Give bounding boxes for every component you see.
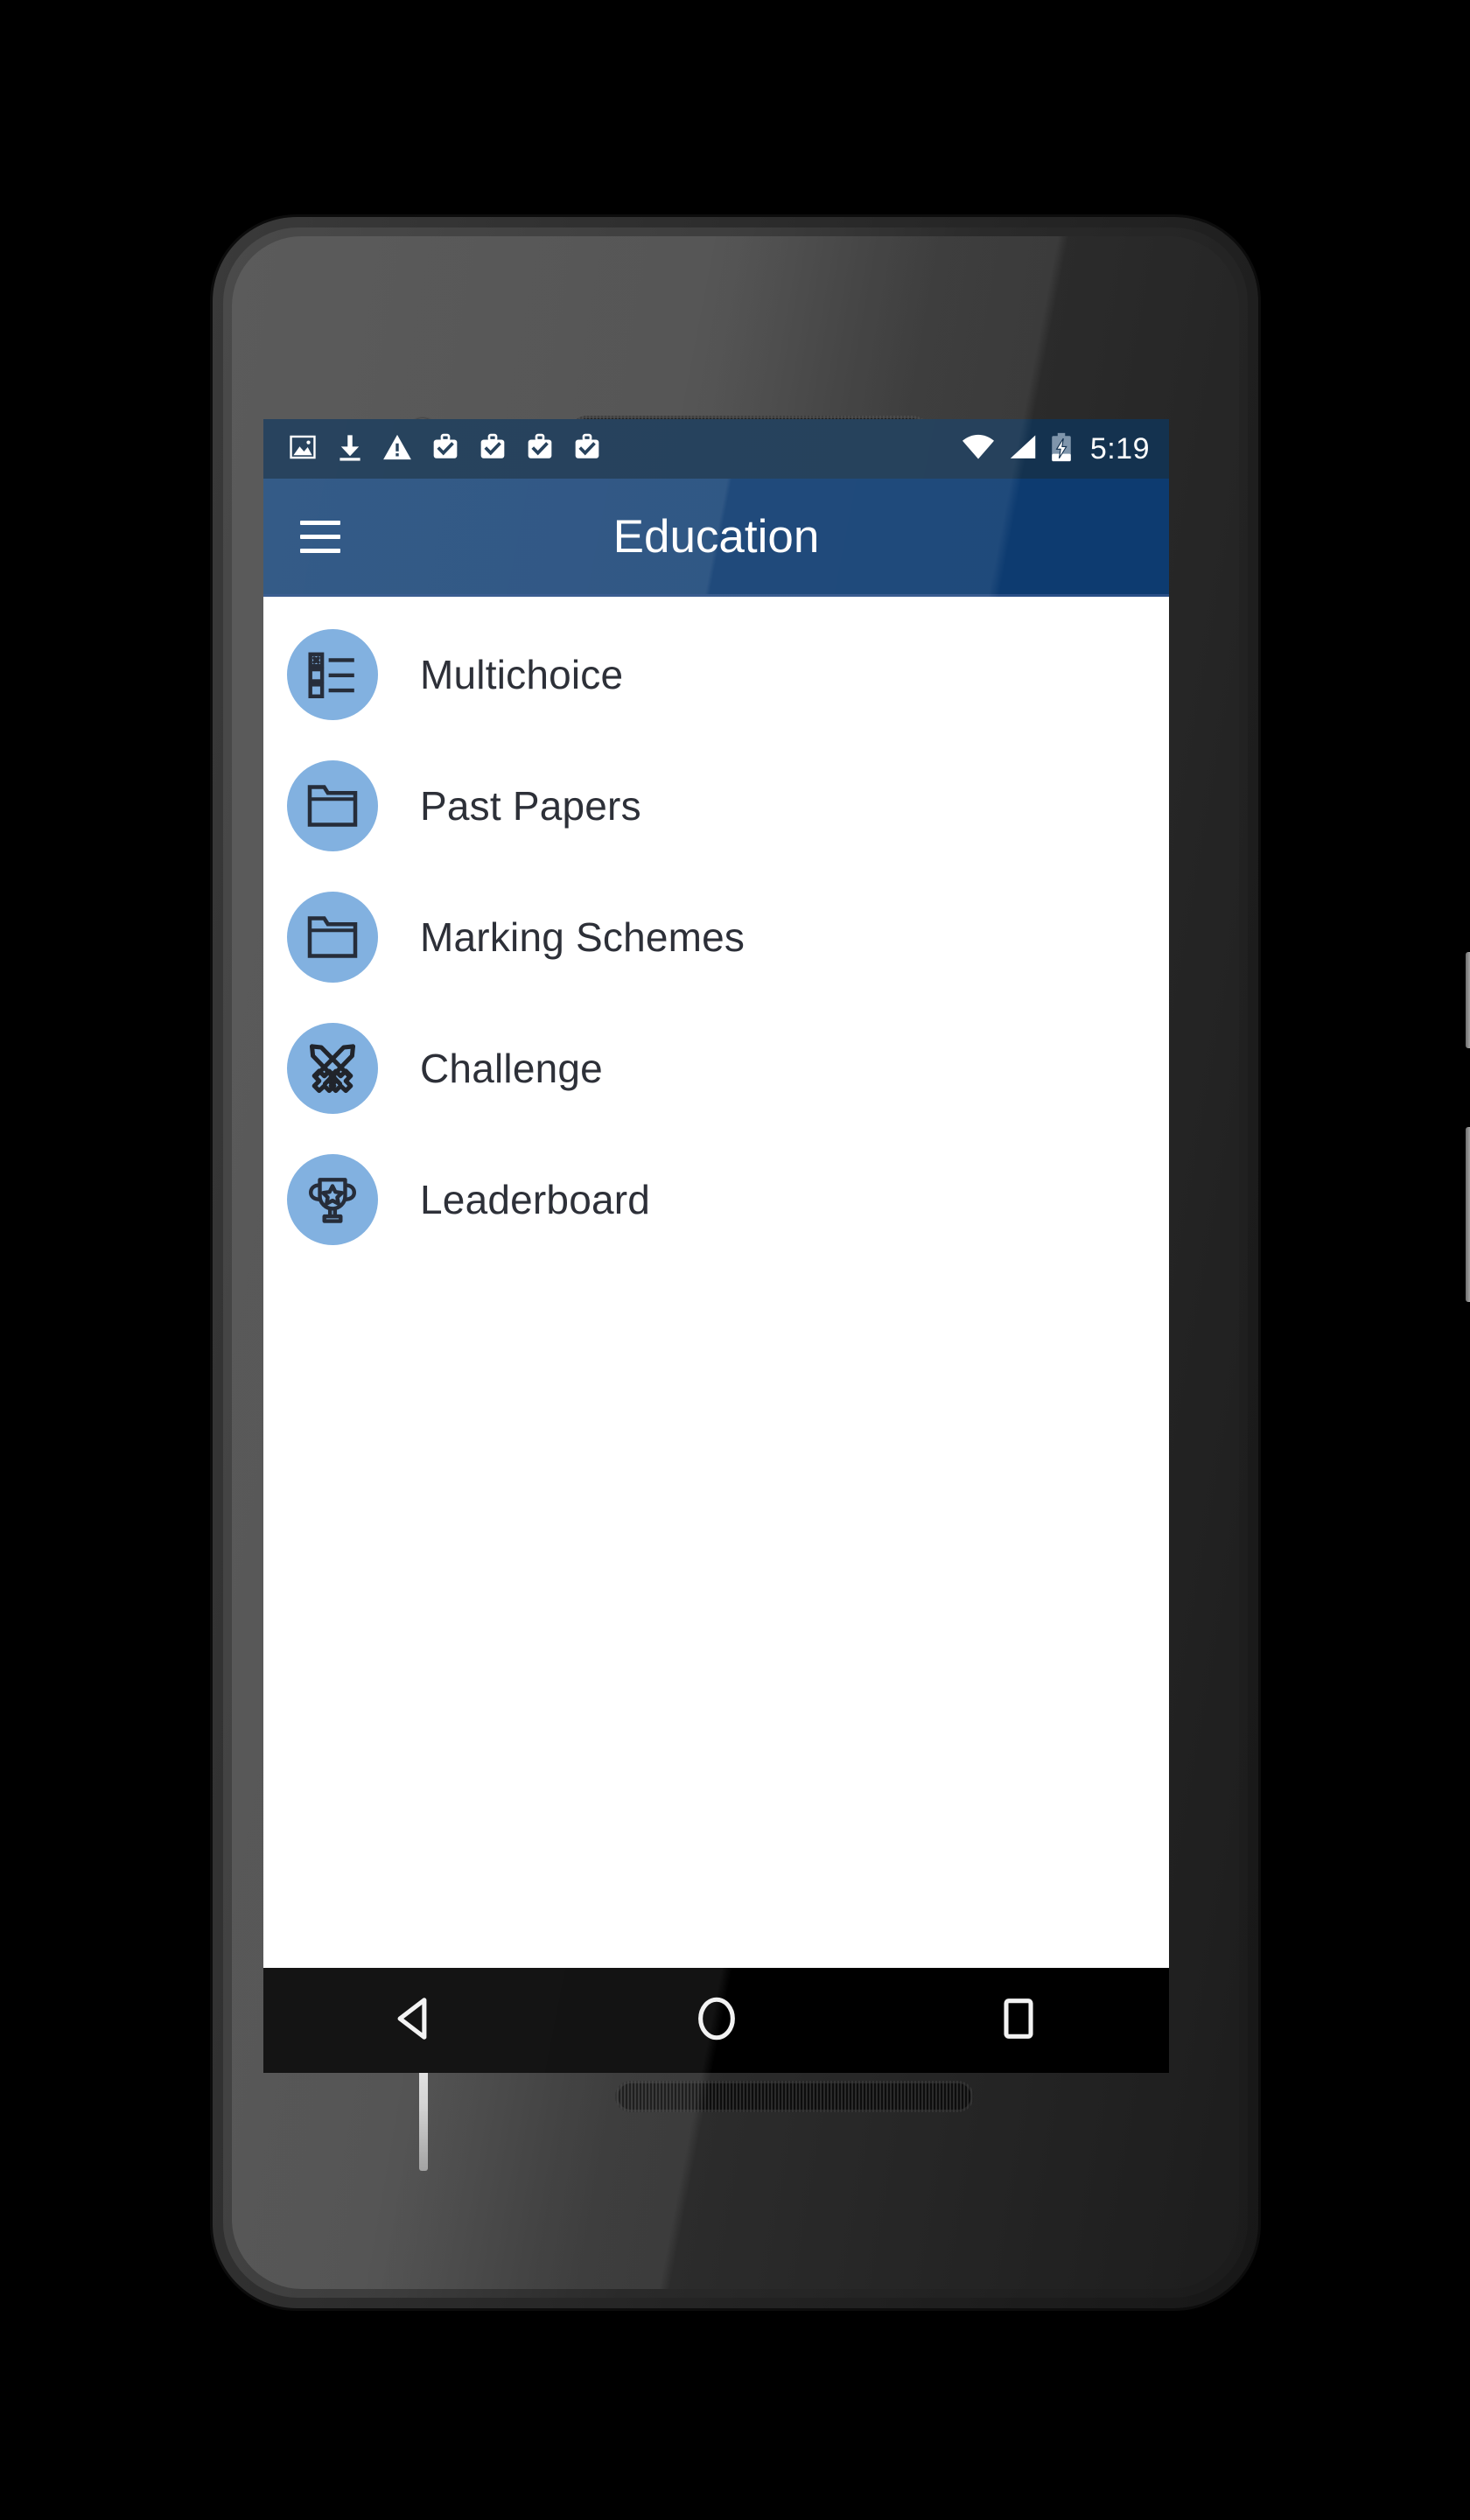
list-item-label: Multichoice	[420, 652, 624, 697]
back-button[interactable]	[362, 1968, 467, 2073]
volume-button[interactable]	[1466, 1127, 1470, 1302]
wifi-icon	[961, 434, 996, 465]
crossed-swords-icon	[304, 1040, 360, 1096]
list-item-past-papers[interactable]: Past Papers	[263, 740, 1169, 872]
power-button[interactable]	[1466, 952, 1470, 1048]
android-navigation-bar	[263, 1968, 1169, 2073]
list-item-multichoice[interactable]: Multichoice	[263, 609, 1169, 740]
image-icon	[288, 432, 318, 466]
status-bar-clock: 5:19	[1089, 431, 1150, 466]
avatar	[287, 892, 378, 983]
phone-screen: 5:19 Education Multichoice Past Papers M…	[263, 419, 1169, 2073]
hamburger-line	[300, 520, 340, 525]
home-circle-icon	[693, 1993, 740, 2048]
status-bar: 5:19	[263, 419, 1169, 479]
menu-list: Multichoice Past Papers Marking Schemes …	[263, 597, 1169, 1265]
avatar	[287, 1154, 378, 1245]
back-triangle-icon	[389, 1993, 440, 2048]
list-item-leaderboard[interactable]: Leaderboard	[263, 1134, 1169, 1265]
list-item-challenge[interactable]: Challenge	[263, 1003, 1169, 1134]
list-item-marking-schemes[interactable]: Marking Schemes	[263, 872, 1169, 1003]
hamburger-menu-icon[interactable]	[286, 502, 354, 570]
work-profile-icon-4	[573, 433, 601, 466]
app-bar: Education	[263, 479, 1169, 594]
trophy-star-icon	[305, 1172, 360, 1227]
warning-icon	[382, 433, 412, 466]
work-profile-icon-1	[431, 433, 459, 466]
bottom-speaker	[615, 2081, 974, 2112]
list-item-label: Challenge	[420, 1046, 603, 1091]
status-bar-notification-icons	[288, 432, 601, 466]
multichoice-checklist-icon	[305, 648, 360, 702]
list-item-label: Past Papers	[420, 783, 641, 829]
status-bar-system-icons: 5:19	[961, 432, 1150, 466]
page-title: Education	[612, 510, 820, 563]
folder-icon	[306, 781, 359, 830]
recents-square-icon	[998, 1993, 1039, 2048]
list-item-label: Leaderboard	[420, 1177, 651, 1222]
list-item-label: Marking Schemes	[420, 914, 746, 960]
screenshot-canvas: 5:19 Education Multichoice Past Papers M…	[0, 0, 1470, 2520]
cellular-signal-icon	[1008, 434, 1038, 465]
avatar	[287, 629, 378, 720]
download-icon	[337, 432, 363, 466]
home-button[interactable]	[664, 1968, 769, 2073]
battery-charging-icon	[1050, 432, 1073, 466]
folder-icon	[306, 913, 359, 962]
avatar	[287, 1023, 378, 1114]
hamburger-line	[300, 548, 340, 553]
work-profile-icon-3	[526, 433, 554, 466]
recents-button[interactable]	[966, 1968, 1071, 2073]
hamburger-line	[300, 534, 340, 539]
avatar	[287, 760, 378, 851]
work-profile-icon-2	[479, 433, 507, 466]
